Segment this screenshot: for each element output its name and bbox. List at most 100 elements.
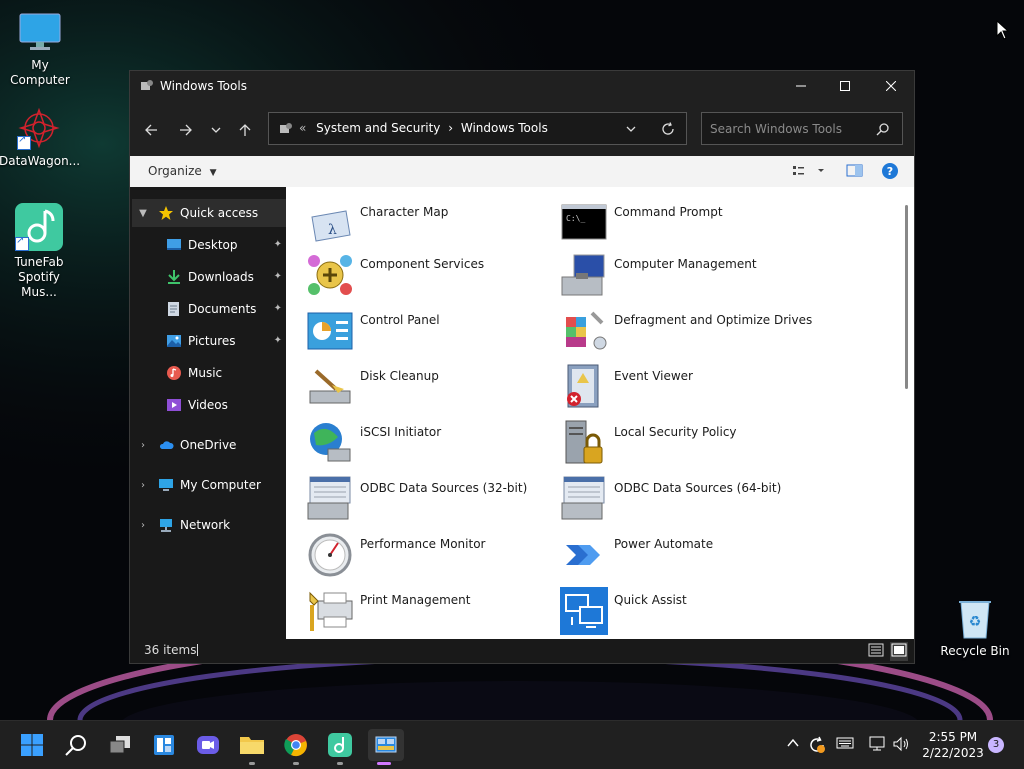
tool-item[interactable]: Defragment and Optimize Drives — [560, 307, 812, 359]
desktop-icon-recycle-bin[interactable]: ♻ Recycle Bin — [937, 596, 1013, 658]
breadcrumb-windows-tools[interactable]: Windows Tools — [461, 121, 548, 135]
view-options-button[interactable] — [792, 164, 826, 181]
sidebar-item-documents[interactable]: Documents ✦ — [132, 295, 286, 323]
tool-item[interactable]: ODBC Data Sources (64-bit) — [560, 475, 810, 527]
minimize-icon — [796, 85, 806, 87]
arrow-left-icon — [145, 124, 157, 136]
odbc-32-icon — [307, 476, 351, 520]
tool-label: Disk Cleanup — [360, 369, 439, 383]
notification-badge[interactable]: 3 — [988, 737, 1004, 753]
file-list: λ Character Map C:\_ Command Prompt Comp… — [286, 187, 914, 639]
tool-item[interactable]: Computer Management — [560, 251, 810, 303]
minimize-button[interactable] — [778, 71, 824, 101]
sidebar-item-label: OneDrive — [180, 438, 237, 452]
tool-item[interactable]: Control Panel — [306, 307, 556, 359]
tunefab-taskbar-button[interactable] — [324, 729, 356, 765]
sync-status-button[interactable] — [808, 736, 826, 758]
up-button[interactable] — [234, 121, 256, 139]
details-view-button[interactable] — [868, 643, 884, 660]
windows-tools-taskbar-button[interactable] — [368, 729, 404, 765]
show-hidden-icons-button[interactable] — [786, 736, 800, 754]
desktop-icon-my-computer[interactable]: My Computer — [0, 10, 80, 88]
cloud-icon — [158, 437, 174, 453]
tool-item[interactable]: Performance Monitor — [306, 531, 556, 583]
tool-item[interactable]: Quick Assist — [560, 587, 810, 639]
download-icon — [166, 269, 182, 285]
clock[interactable]: 2:55 PM 2/22/2023 — [922, 729, 984, 761]
tool-item[interactable]: Component Services — [306, 251, 556, 303]
tool-item[interactable]: iSCSI Initiator — [306, 419, 556, 471]
sidebar-item-quick-access[interactable]: ▼ Quick access — [132, 199, 286, 227]
help-button[interactable]: ? — [882, 163, 898, 182]
performance-monitor-icon — [308, 533, 352, 577]
search-input[interactable]: Search Windows Tools — [710, 122, 842, 136]
back-button[interactable] — [140, 121, 162, 139]
breadcrumb-system-and-security[interactable]: System and Security — [316, 121, 440, 135]
sidebar-item-videos[interactable]: Videos — [132, 391, 286, 419]
desktop-icon-datawagon[interactable]: DataWagon... — [0, 106, 80, 169]
tool-item[interactable]: C:\_ Command Prompt — [560, 199, 810, 251]
tool-label: Computer Management — [614, 257, 757, 271]
volume-button[interactable] — [892, 736, 910, 756]
tool-item[interactable]: Disk Cleanup — [306, 363, 556, 415]
task-view-button[interactable] — [104, 729, 136, 761]
preview-pane-button[interactable] — [846, 164, 864, 181]
sidebar-item-downloads[interactable]: Downloads ✦ — [132, 263, 286, 291]
chrome-button[interactable] — [280, 729, 312, 765]
breadcrumb-overflow[interactable]: « — [299, 121, 306, 135]
recent-locations-button[interactable] — [205, 121, 227, 139]
chevron-down-icon[interactable]: ▼ — [136, 208, 150, 219]
video-chat-icon — [197, 736, 219, 754]
address-dropdown-button[interactable] — [625, 123, 637, 138]
pin-icon: ✦ — [273, 271, 282, 282]
volume-icon — [893, 736, 908, 752]
tool-item[interactable]: Event Viewer — [560, 363, 810, 415]
maximize-button[interactable] — [822, 71, 868, 101]
search-button[interactable] — [60, 729, 92, 761]
search-box[interactable]: Search Windows Tools — [701, 112, 903, 145]
sidebar-item-music[interactable]: Music — [132, 359, 286, 387]
tool-label: Event Viewer — [614, 369, 693, 383]
tool-item[interactable]: λ Character Map — [306, 199, 556, 251]
chevron-right-icon[interactable]: › — [136, 520, 150, 531]
sidebar-item-network[interactable]: › Network — [132, 511, 286, 539]
pin-icon: ✦ — [273, 335, 282, 346]
forward-button[interactable] — [175, 121, 197, 139]
tunefab-icon — [328, 733, 352, 757]
tool-item[interactable]: Local Security Policy — [560, 419, 810, 471]
tool-label: Quick Assist — [614, 593, 687, 607]
widgets-button[interactable] — [148, 729, 180, 761]
chevron-right-icon[interactable]: › — [136, 480, 150, 491]
chat-button[interactable] — [192, 729, 224, 761]
control-panel-icon — [307, 312, 353, 350]
address-bar[interactable]: « System and Security › Windows Tools — [268, 112, 687, 145]
file-explorer-taskbar-button[interactable] — [236, 729, 268, 765]
start-button[interactable] — [16, 729, 48, 761]
sidebar-item-desktop[interactable]: Desktop ✦ — [132, 231, 286, 259]
help-icon: ? — [882, 163, 898, 179]
folder-icon — [240, 737, 264, 754]
network-status-button[interactable] — [868, 736, 886, 756]
preview-pane-icon — [846, 164, 863, 177]
tool-item[interactable]: Print Management — [306, 587, 556, 639]
organize-label: Organize — [148, 164, 202, 178]
close-button[interactable] — [868, 71, 914, 101]
refresh-button[interactable] — [661, 122, 675, 139]
vertical-scrollbar[interactable] — [905, 205, 908, 389]
desktop-icon-tunefab[interactable]: TuneFab Spotify Mus... — [0, 203, 79, 300]
large-icons-view-button[interactable] — [890, 642, 908, 661]
keyboard-button[interactable] — [836, 736, 854, 754]
chevron-right-icon[interactable]: › — [136, 440, 150, 451]
status-separator — [197, 644, 198, 656]
title-bar[interactable]: Windows Tools — [130, 71, 914, 101]
arrow-right-icon — [180, 124, 192, 136]
power-automate-icon — [566, 545, 600, 565]
sidebar-item-my-computer[interactable]: › My Computer — [132, 471, 286, 499]
organize-button[interactable]: Organize ▼ — [148, 164, 217, 178]
tool-label: ODBC Data Sources (32-bit) — [360, 481, 528, 495]
view-details-icon — [793, 166, 824, 175]
sidebar-item-pictures[interactable]: Pictures ✦ — [132, 327, 286, 355]
sidebar-item-onedrive[interactable]: › OneDrive — [132, 431, 286, 459]
tool-item[interactable]: Power Automate — [560, 531, 810, 583]
tool-item[interactable]: ODBC Data Sources (32-bit) — [306, 475, 556, 527]
